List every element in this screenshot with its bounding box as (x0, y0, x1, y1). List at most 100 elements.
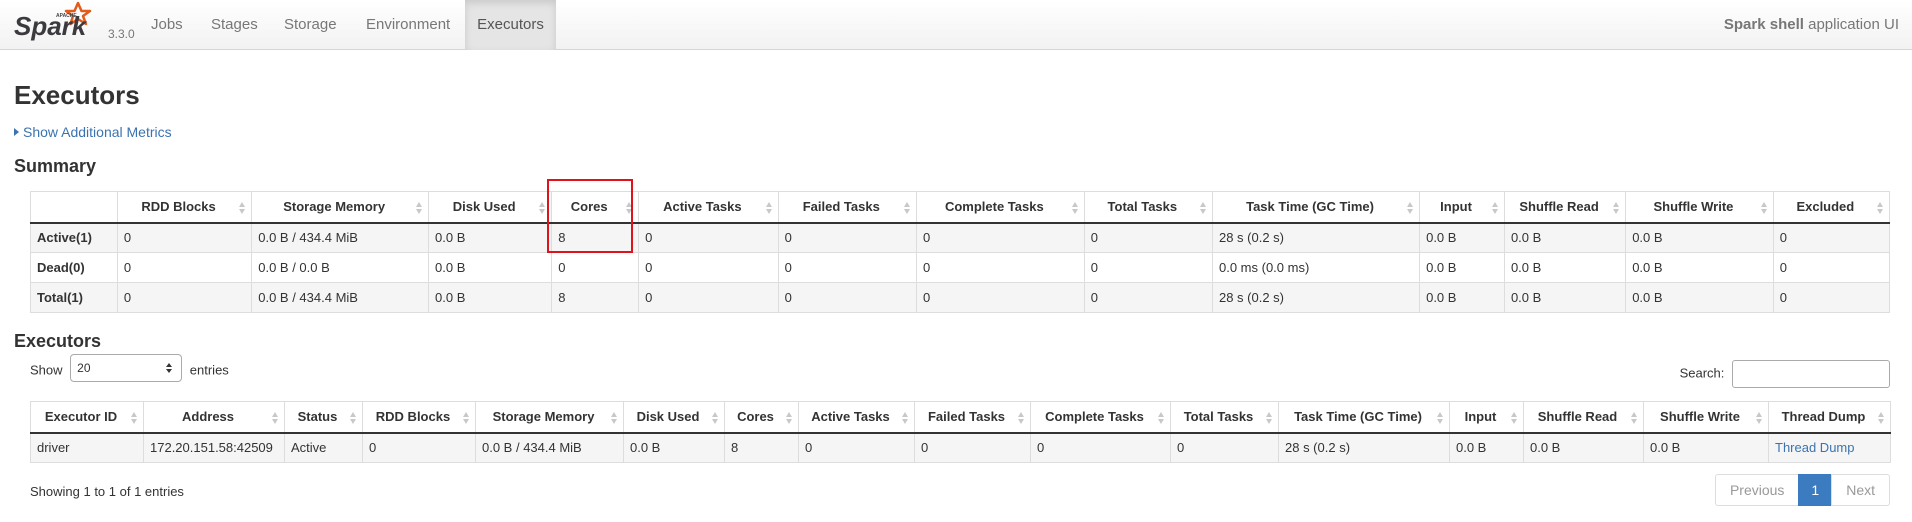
length-prefix: Show (30, 362, 63, 378)
executor-cell: 0 (1170, 432, 1279, 463)
executor-cell: 0.0 B / 434.4 MiB (475, 432, 624, 463)
sort-icon (786, 412, 793, 425)
summary-col-disk-used[interactable]: Disk Used (428, 191, 553, 224)
executors-col-active-tasks[interactable]: Active Tasks (798, 401, 915, 434)
top-navbar: APACHE Spark 3.3.0 Jobs Stages Storage E… (0, 0, 1912, 50)
sort-icon (1877, 202, 1884, 215)
summary-cell: 0.0 B (428, 252, 553, 283)
nav-tab-jobs[interactable]: Jobs (137, 0, 197, 50)
executors-col-task-time[interactable]: Task Time (GC Time) (1278, 401, 1450, 434)
search-input[interactable] (1732, 360, 1890, 388)
summary-col-excluded[interactable]: Excluded (1772, 191, 1891, 224)
summary-cell: 0 (116, 252, 253, 283)
summary-cell: 0 (1772, 252, 1891, 283)
sort-icon (1407, 202, 1414, 215)
executors-col-input[interactable]: Input (1449, 401, 1524, 434)
previous-page-button[interactable]: Previous (1714, 474, 1800, 506)
summary-col-cores[interactable]: Cores (551, 191, 640, 224)
summary-cell: 0 (638, 252, 779, 283)
summary-col-shuffle-write[interactable]: Shuffle Write (1625, 191, 1774, 224)
executors-col-address[interactable]: Address (143, 401, 285, 434)
summary-col-input[interactable]: Input (1419, 191, 1505, 224)
summary-col-task-time[interactable]: Task Time (GC Time) (1211, 191, 1421, 224)
spark-logo-icon: APACHE Spark (14, 1, 92, 41)
pagination: Previous 1 Next (1714, 474, 1890, 506)
summary-cell: 0.0 B (428, 282, 553, 313)
spark-version: 3.3.0 (108, 27, 135, 41)
summary-cell: 0.0 B (1503, 252, 1627, 283)
summary-col-rdd-blocks[interactable]: RDD Blocks (116, 191, 253, 224)
sort-icon (626, 202, 633, 215)
thread-dump-link[interactable]: Thread Dump (1775, 440, 1854, 455)
summary-col-complete-tasks[interactable]: Complete Tasks (915, 191, 1085, 224)
sort-icon (1199, 202, 1207, 215)
column-label: Task Time (GC Time) (1294, 409, 1422, 425)
sort-icon (350, 412, 357, 425)
executors-col-storage-memory[interactable]: Storage Memory (475, 401, 624, 434)
select-arrows-icon (166, 363, 173, 375)
summary-table: RDD Blocks Storage Memory Disk Used Core… (30, 191, 1891, 313)
thread-dump-cell: Thread Dump (1768, 432, 1891, 463)
executors-col-rdd-blocks[interactable]: RDD Blocks (362, 401, 476, 434)
executor-cell: 0 (1030, 432, 1171, 463)
executors-col-complete-tasks[interactable]: Complete Tasks (1030, 401, 1171, 434)
summary-col-storage-memory[interactable]: Storage Memory (251, 191, 430, 224)
summary-col-total-tasks[interactable]: Total Tasks (1083, 191, 1213, 224)
length-suffix: entries (189, 362, 229, 378)
nav-tab-storage[interactable]: Storage (270, 0, 351, 50)
executors-col-thread-dump[interactable]: Thread Dump (1768, 401, 1891, 434)
summary-col-active-tasks[interactable]: Active Tasks (638, 191, 779, 224)
summary-cell: 0.0 B / 434.4 MiB (251, 222, 430, 253)
summary-cell: 0 (1083, 222, 1213, 253)
app-suffix: application UI (1808, 16, 1899, 33)
next-page-button[interactable]: Next (1831, 474, 1890, 506)
summary-header-blank (30, 191, 118, 224)
column-label: Executor ID (44, 409, 118, 425)
column-label: Address (181, 409, 235, 425)
sort-icon (1760, 202, 1768, 215)
search-label: Search: (1679, 365, 1725, 381)
column-label: Active Tasks (811, 409, 890, 425)
executors-col-executor-id[interactable]: Executor ID (30, 401, 144, 434)
executors-col-total-tasks[interactable]: Total Tasks (1170, 401, 1279, 434)
nav-tab-environment[interactable]: Environment (352, 0, 464, 50)
summary-title: Summary (14, 156, 97, 176)
summary-cell: 0.0 B (1419, 222, 1505, 253)
show-additional-metrics-link[interactable]: Show Additional Metrics (14, 124, 172, 140)
entries-length-value: 20 (77, 361, 91, 375)
executors-col-cores[interactable]: Cores (724, 401, 799, 434)
column-label: Task Time (GC Time) (1246, 199, 1374, 215)
sort-icon (1613, 202, 1620, 215)
executor-cell: 0.0 B (1523, 432, 1644, 463)
page-1-button[interactable]: 1 (1798, 474, 1833, 506)
nav-tab-stages[interactable]: Stages (197, 0, 272, 50)
summary-header-row: RDD Blocks Storage Memory Disk Used Core… (30, 191, 1891, 224)
executors-col-disk-used[interactable]: Disk Used (623, 401, 725, 434)
summary-col-shuffle-read[interactable]: Shuffle Read (1503, 191, 1627, 224)
sort-icon (1756, 412, 1763, 425)
column-label: Status (297, 409, 338, 425)
column-label: Total Tasks (1183, 409, 1254, 425)
summary-row-label: Total(1) (30, 282, 118, 313)
sort-icon (1158, 412, 1165, 425)
sort-icon (1878, 412, 1885, 425)
summary-col-failed-tasks[interactable]: Failed Tasks (777, 191, 917, 224)
executors-col-shuffle-read[interactable]: Shuffle Read (1523, 401, 1644, 434)
summary-cell: 0.0 B (428, 222, 553, 253)
summary-cell: 0 (1772, 282, 1891, 313)
executors-col-shuffle-write[interactable]: Shuffle Write (1643, 401, 1769, 434)
column-label: Failed Tasks (927, 409, 1006, 425)
sort-icon (1511, 412, 1518, 425)
nav-tab-executors[interactable]: Executors (465, 0, 556, 50)
executors-col-failed-tasks[interactable]: Failed Tasks (914, 401, 1031, 434)
spark-logo[interactable]: APACHE Spark 3.3.0 (12, 0, 135, 50)
executors-col-status[interactable]: Status (284, 401, 363, 434)
executors-title: Executors (14, 331, 102, 351)
summary-row: Dead(0) 0 0.0 B / 0.0 B 0.0 B 0 0 0 0 0 0.0 ms (0… (30, 252, 1891, 283)
column-label: Total Tasks (1107, 199, 1178, 215)
column-label: Shuffle Write (1660, 409, 1740, 425)
entries-length-select[interactable]: 20 (70, 354, 183, 382)
executor-cell: Active (284, 432, 363, 463)
column-label: Complete Tasks (944, 199, 1044, 215)
column-label: Disk Used (452, 199, 516, 215)
